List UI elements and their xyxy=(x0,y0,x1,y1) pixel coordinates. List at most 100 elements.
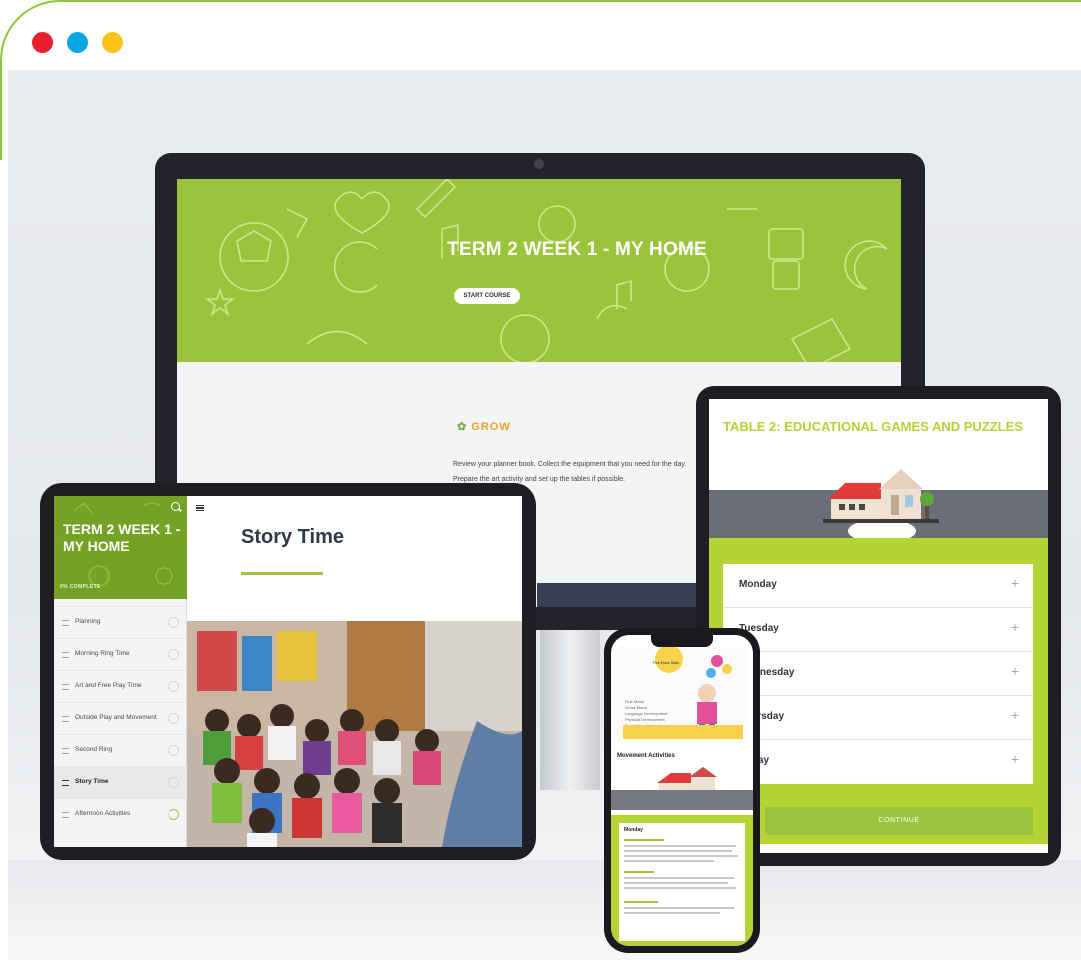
star-icon xyxy=(204,287,236,317)
expand-plus-icon[interactable]: + xyxy=(1011,707,1019,723)
continue-button[interactable]: CONTINUE xyxy=(765,807,1033,835)
lesson-title: Story Time xyxy=(241,526,344,548)
lesson-label: Story Time xyxy=(75,778,109,785)
lesson-status-circle xyxy=(168,745,179,756)
close-window-dot[interactable] xyxy=(32,32,53,53)
lesson-label: Outside Play and Movement xyxy=(75,714,157,721)
lesson-label: Art and Free Play Time xyxy=(75,682,142,689)
skill-line: Language Development xyxy=(625,711,668,716)
lesson-status-circle xyxy=(168,649,179,660)
house-icon xyxy=(823,469,939,539)
lesson-item-story-time[interactable]: Story Time xyxy=(54,766,187,798)
yellow-banner xyxy=(623,725,743,739)
days-accordion: Monday + Tuesday + Wednesday + Thursday … xyxy=(723,564,1033,784)
lesson-text-icon xyxy=(62,620,69,626)
expand-plus-icon[interactable]: + xyxy=(1011,575,1019,591)
lesson-label: Morning Ring Time xyxy=(75,650,130,657)
text-line xyxy=(624,912,720,914)
section-title: Movement Activities xyxy=(617,753,675,759)
swirl-icon xyxy=(596,304,628,320)
smartphone: Fine Motor Skills Fine Motor Gross Motor… xyxy=(604,628,760,953)
lesson-item-morning-ring[interactable]: Morning Ring Time xyxy=(54,638,187,670)
text-line xyxy=(624,850,732,852)
lesson-label: Afternoon Activities xyxy=(75,810,131,817)
reflective-floor xyxy=(8,860,1081,960)
accordion-row-friday[interactable]: Friday + xyxy=(723,740,1033,784)
lesson-text-icon xyxy=(62,780,69,786)
classroom-photo-illustration xyxy=(187,621,522,847)
tablet-left-screen: TERM 2 WEEK 1 - MY HOME 0% COMPLETE Plan… xyxy=(54,496,522,847)
lesson-item-art-free-play[interactable]: Art and Free Play Time xyxy=(54,670,187,702)
phone-screen: Fine Motor Skills Fine Motor Gross Motor… xyxy=(611,635,753,946)
card-title: Monday xyxy=(624,827,643,833)
accordion-row-thursday[interactable]: Thursday + xyxy=(723,696,1033,740)
minimize-window-dot[interactable] xyxy=(67,32,88,53)
lesson-label: Second Ring xyxy=(75,746,113,753)
text-line xyxy=(624,860,714,862)
rainbow-icon xyxy=(306,330,368,345)
text-line xyxy=(624,901,658,903)
expand-plus-icon[interactable]: + xyxy=(1011,751,1019,767)
webcam-icon xyxy=(534,159,544,169)
sidebar-ball-icon xyxy=(88,565,110,587)
lesson-item-second-ring[interactable]: Second Ring xyxy=(54,734,187,766)
text-line xyxy=(624,839,664,841)
skill-line: Physical Development xyxy=(625,717,665,722)
lightbulb-icon xyxy=(538,205,576,243)
lesson-status-circle xyxy=(168,713,179,724)
start-course-button[interactable]: START COURSE xyxy=(454,288,520,304)
phone-day-card[interactable]: Monday xyxy=(619,823,745,941)
grow-logo-text: GROW xyxy=(471,421,511,433)
skill-line: Fine Motor xyxy=(625,699,645,704)
grow-logo-tree-icon: ✿ xyxy=(457,421,468,433)
text-line xyxy=(624,887,736,889)
lesson-text-icon xyxy=(62,716,69,722)
lesson-navigation-bar xyxy=(537,583,703,607)
lesson-text-icon xyxy=(62,684,69,690)
text-line xyxy=(624,882,728,884)
table-title: TABLE 2: EDUCATIONAL GAMES AND PUZZLES xyxy=(723,419,1023,434)
lesson-text-icon xyxy=(62,652,69,658)
course-hero-banner: TERM 2 WEEK 1 - MY HOME START COURSE xyxy=(177,179,901,362)
soccer-ball-2-icon xyxy=(500,314,550,362)
lesson-label: Planning xyxy=(75,618,101,625)
text-line xyxy=(624,907,734,909)
window-chrome xyxy=(0,0,1081,160)
maximize-window-dot[interactable] xyxy=(102,32,123,53)
lesson-item-planning[interactable]: Planning xyxy=(54,606,187,638)
grow-logo: ✿ GROW xyxy=(457,420,511,433)
music-note-2-icon xyxy=(616,279,632,309)
accordion-row-monday[interactable]: Monday + xyxy=(723,564,1033,608)
paper-plane-icon xyxy=(286,208,309,238)
lesson-item-afternoon-activities[interactable]: Afternoon Activities xyxy=(54,798,187,830)
sidebar-header: TERM 2 WEEK 1 - MY HOME 0% COMPLETE xyxy=(54,496,187,599)
text-line xyxy=(624,845,736,847)
lesson-item-outside-play[interactable]: Outside Play and Movement xyxy=(54,702,187,734)
text-line xyxy=(624,877,734,879)
day-label: Monday xyxy=(739,579,777,590)
expand-plus-icon[interactable]: + xyxy=(1011,619,1019,635)
text-line xyxy=(624,855,738,857)
search-icon[interactable] xyxy=(171,502,180,511)
monitor-stand xyxy=(540,630,600,790)
story-time-photo xyxy=(187,621,522,847)
phone-gray-band xyxy=(611,790,753,810)
skill-line: Gross Motor xyxy=(625,705,648,710)
course-sidebar: TERM 2 WEEK 1 - MY HOME 0% COMPLETE Plan… xyxy=(54,496,187,847)
accordion-row-wednesday[interactable]: Wednesday + xyxy=(723,652,1033,696)
expand-plus-icon[interactable]: + xyxy=(1011,663,1019,679)
bubble-text: Fine Motor Skills xyxy=(653,661,679,665)
title-underline xyxy=(241,572,323,575)
doodle-pattern xyxy=(204,179,888,362)
text-line xyxy=(624,871,654,873)
hamburger-menu-icon[interactable] xyxy=(196,505,204,511)
lesson-status-circle xyxy=(168,777,179,788)
lesson-status-circle xyxy=(168,617,179,628)
lesson-text-icon xyxy=(62,748,69,754)
lesson-status-circle xyxy=(168,681,179,692)
accordion-row-tuesday[interactable]: Tuesday + xyxy=(723,608,1033,652)
abc-book-icon xyxy=(790,317,852,362)
pencil-icon xyxy=(415,179,457,219)
progress-label: 0% COMPLETE xyxy=(60,584,101,590)
heart-icon xyxy=(334,191,390,234)
